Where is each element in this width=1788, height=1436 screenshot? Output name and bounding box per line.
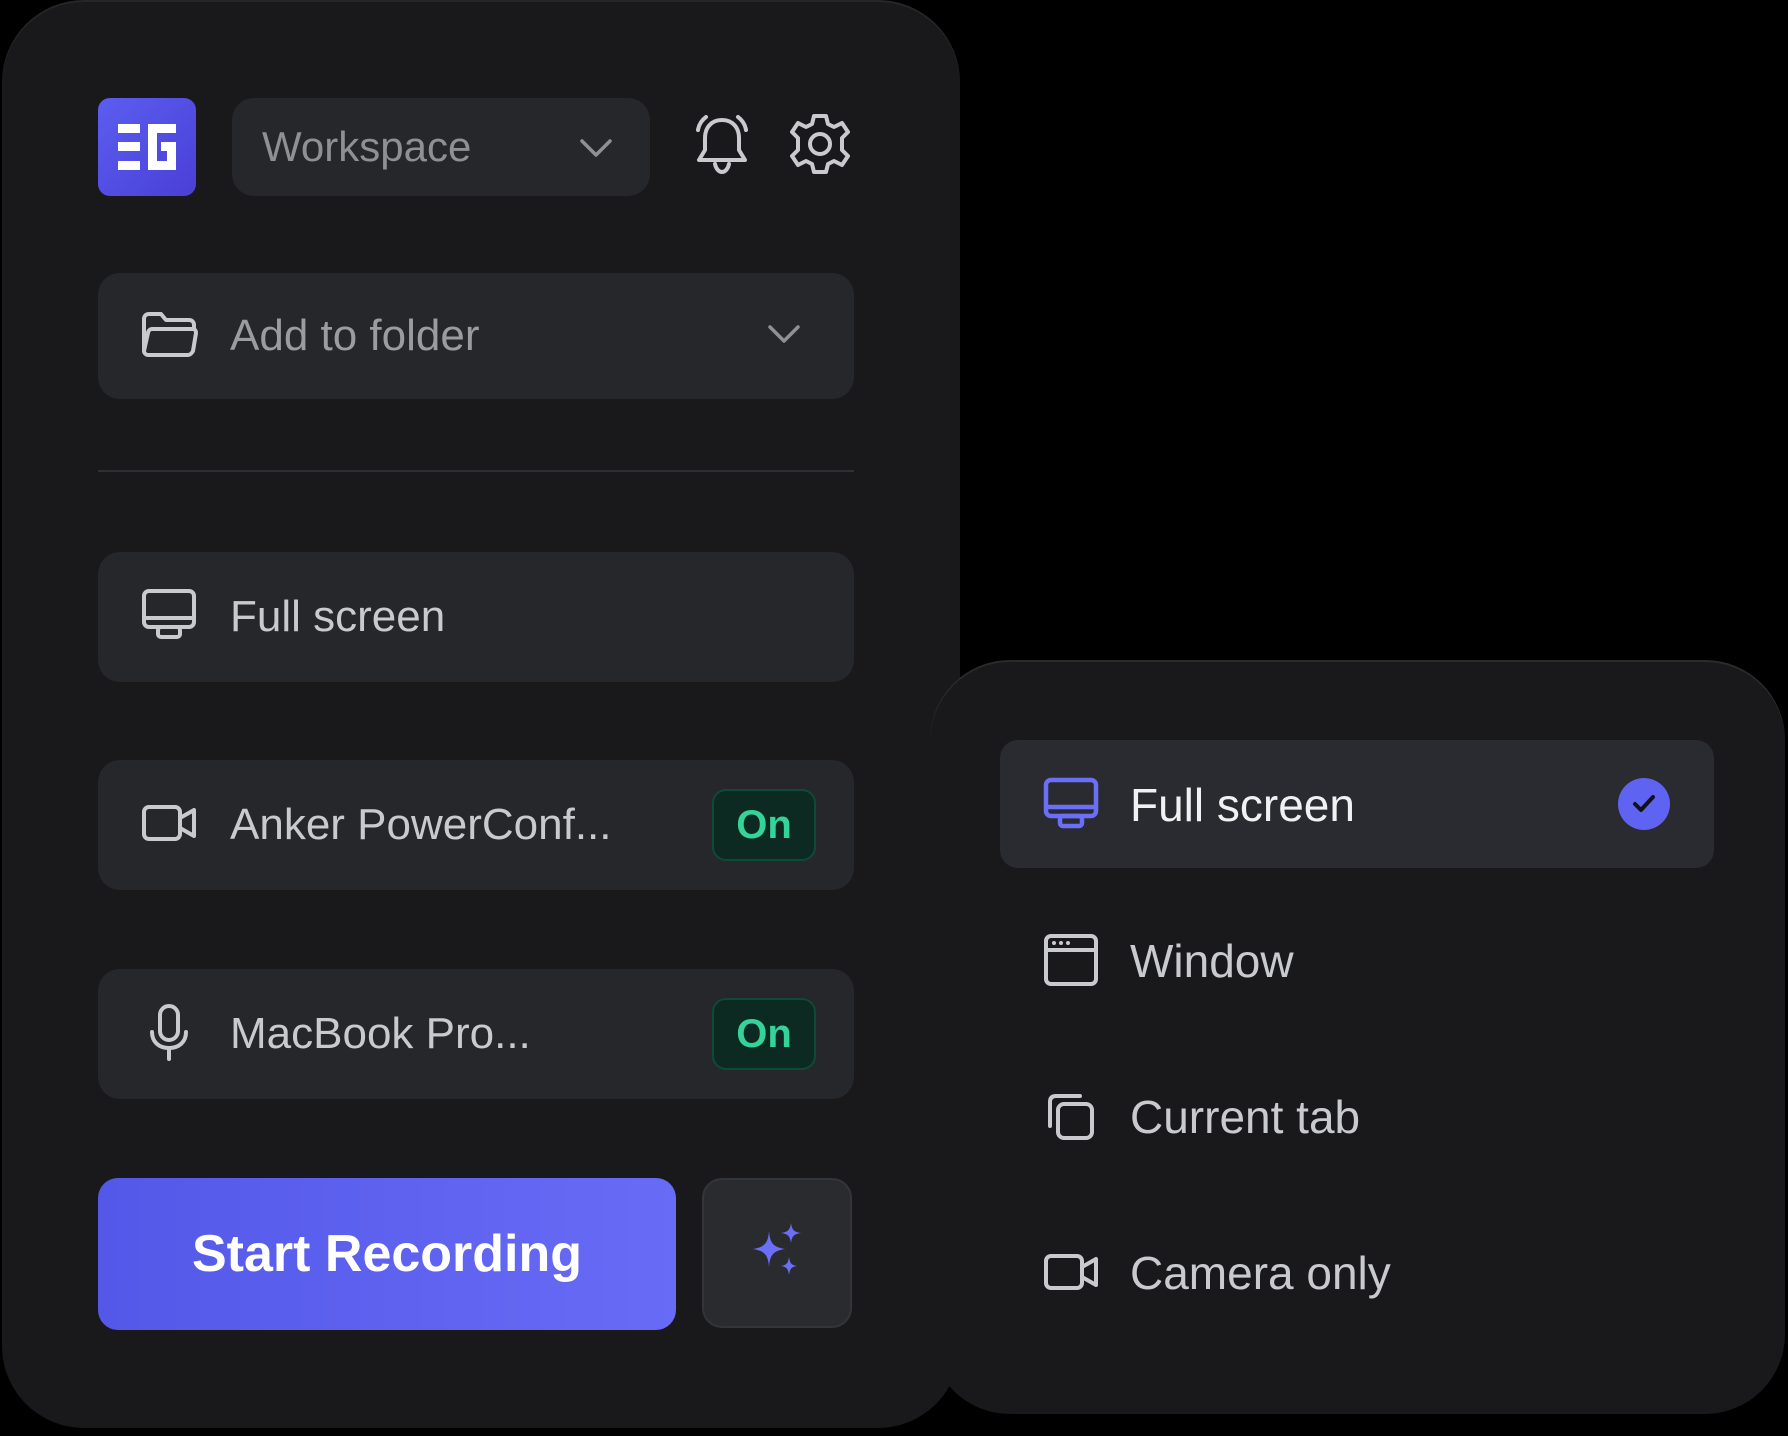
option-label: Full screen: [1130, 779, 1355, 831]
option-label: Current tab: [1130, 1091, 1361, 1143]
header: Workspace: [98, 98, 854, 196]
monitor-icon: [1042, 776, 1100, 839]
recording-source-label: Full screen: [230, 592, 446, 641]
recording-source-select[interactable]: Full screen: [98, 552, 854, 682]
bell-icon[interactable]: [688, 110, 756, 183]
option-label: Window: [1130, 935, 1294, 987]
chevron-down-icon: [764, 314, 804, 359]
ai-assist-button[interactable]: [702, 1178, 852, 1328]
check-icon: [1618, 778, 1670, 830]
eg-logo-icon: [98, 98, 196, 196]
tabs-icon: [1042, 1088, 1100, 1151]
microphone-select[interactable]: MacBook Pro... On: [98, 969, 854, 1099]
camera-toggle[interactable]: On: [712, 789, 816, 861]
add-to-folder-select[interactable]: Add to folder: [98, 273, 854, 399]
video-camera-icon: [140, 801, 198, 850]
monitor-icon: [140, 587, 198, 648]
option-window[interactable]: Window: [1000, 896, 1714, 1024]
folder-icon: [140, 309, 198, 364]
option-full-screen[interactable]: Full screen: [1000, 740, 1714, 868]
chevron-down-icon: [576, 128, 616, 173]
camera-label: Anker PowerConf...: [230, 800, 612, 849]
workspace-select[interactable]: Workspace: [232, 98, 650, 196]
recorder-panel: Workspace Add to folder Full screen Anke…: [2, 0, 960, 1428]
window-icon: [1042, 932, 1100, 995]
gear-icon[interactable]: [786, 110, 854, 183]
option-label: Camera only: [1130, 1247, 1391, 1299]
microphone-icon: [140, 1002, 198, 1067]
microphone-toggle[interactable]: On: [712, 998, 816, 1070]
workspace-label: Workspace: [262, 123, 472, 170]
add-to-folder-label: Add to folder: [230, 311, 480, 360]
divider: [98, 470, 854, 472]
source-dropdown: Full screen Window Current tab Camera on…: [930, 660, 1785, 1414]
option-current-tab[interactable]: Current tab: [1000, 1052, 1714, 1180]
option-camera-only[interactable]: Camera only: [1000, 1208, 1714, 1336]
start-recording-button[interactable]: Start Recording: [98, 1178, 676, 1330]
camera-select[interactable]: Anker PowerConf... On: [98, 760, 854, 890]
video-camera-icon: [1042, 1244, 1100, 1307]
sparkles-icon: [745, 1219, 809, 1288]
microphone-label: MacBook Pro...: [230, 1009, 531, 1058]
